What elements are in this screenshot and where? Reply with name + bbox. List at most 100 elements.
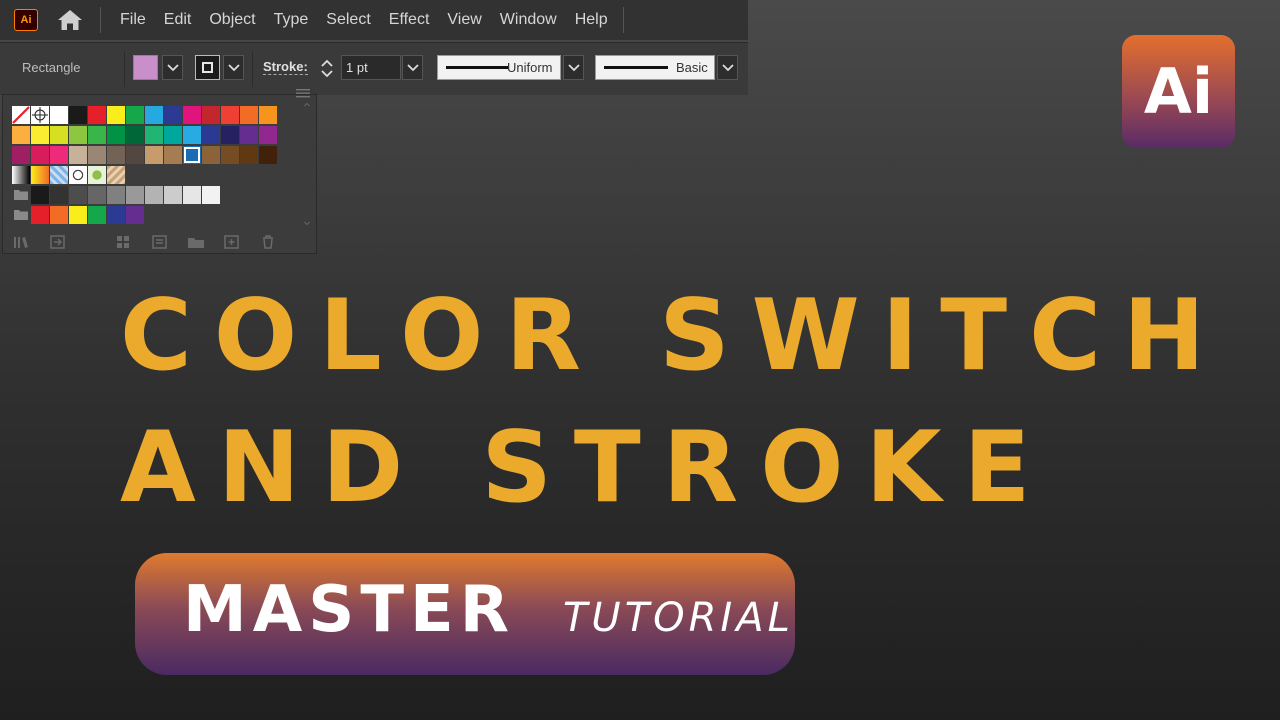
color-swatch[interactable] bbox=[107, 205, 125, 224]
menu-edit[interactable]: Edit bbox=[155, 11, 201, 29]
color-swatch[interactable] bbox=[145, 105, 163, 124]
color-swatch[interactable] bbox=[164, 145, 182, 164]
color-swatch[interactable] bbox=[145, 125, 163, 144]
color-swatch[interactable] bbox=[240, 105, 258, 124]
menu-object[interactable]: Object bbox=[200, 11, 264, 29]
color-swatch[interactable] bbox=[126, 105, 144, 124]
color-swatch[interactable] bbox=[202, 125, 220, 144]
swatch-none[interactable] bbox=[12, 105, 30, 124]
color-swatch[interactable] bbox=[164, 185, 182, 204]
swatch-registration[interactable] bbox=[31, 105, 49, 124]
color-swatch[interactable] bbox=[183, 125, 201, 144]
stroke-weight-dropdown[interactable] bbox=[402, 55, 423, 80]
color-swatch[interactable] bbox=[183, 145, 201, 164]
color-swatch[interactable] bbox=[145, 185, 163, 204]
stroke-weight-input[interactable]: 1 pt bbox=[341, 55, 401, 80]
color-group-folder-icon[interactable] bbox=[12, 206, 30, 224]
menu-select[interactable]: Select bbox=[317, 11, 379, 29]
stroke-label[interactable]: Stroke: bbox=[263, 60, 308, 75]
fill-color-swatch[interactable] bbox=[133, 55, 158, 80]
color-swatch[interactable] bbox=[221, 145, 239, 164]
color-swatch[interactable] bbox=[107, 185, 125, 204]
color-swatch[interactable] bbox=[202, 185, 220, 204]
show-swatch-kinds-icon[interactable] bbox=[115, 235, 133, 249]
color-swatch[interactable] bbox=[69, 105, 87, 124]
color-swatch[interactable] bbox=[259, 105, 277, 124]
variable-width-profile[interactable]: Uniform bbox=[437, 55, 561, 80]
menu-file[interactable]: File bbox=[111, 11, 155, 29]
color-swatch[interactable] bbox=[12, 125, 30, 144]
color-swatch[interactable] bbox=[88, 145, 106, 164]
color-swatch[interactable] bbox=[240, 145, 258, 164]
color-swatch[interactable] bbox=[183, 185, 201, 204]
color-swatch[interactable] bbox=[164, 125, 182, 144]
color-swatch[interactable] bbox=[259, 125, 277, 144]
color-swatch[interactable] bbox=[69, 125, 87, 144]
color-swatch[interactable] bbox=[107, 105, 125, 124]
menu-window[interactable]: Window bbox=[491, 11, 566, 29]
swatch-gradient-bw[interactable] bbox=[12, 165, 30, 184]
color-swatch[interactable] bbox=[88, 125, 106, 144]
swatch-pattern-circle[interactable] bbox=[69, 165, 87, 184]
swatch-pattern-green[interactable] bbox=[88, 165, 106, 184]
new-color-group-icon[interactable] bbox=[187, 235, 205, 249]
color-swatch[interactable] bbox=[69, 205, 87, 224]
color-swatch[interactable] bbox=[50, 105, 68, 124]
brush-definition[interactable]: Basic bbox=[595, 55, 715, 80]
swatch-libraries-icon[interactable] bbox=[13, 235, 31, 249]
stroke-weight-stepper[interactable] bbox=[316, 53, 338, 83]
color-swatch[interactable] bbox=[50, 205, 68, 224]
color-swatch[interactable] bbox=[107, 125, 125, 144]
color-swatch[interactable] bbox=[202, 145, 220, 164]
color-swatch[interactable] bbox=[12, 145, 30, 164]
menu-help[interactable]: Help bbox=[566, 11, 617, 29]
fill-dropdown-button[interactable] bbox=[162, 55, 183, 80]
color-swatch[interactable] bbox=[221, 105, 239, 124]
profile-dropdown[interactable] bbox=[563, 55, 584, 80]
color-swatch[interactable] bbox=[50, 185, 68, 204]
color-swatch[interactable] bbox=[259, 145, 277, 164]
swatch-pattern-brown[interactable] bbox=[107, 165, 125, 184]
color-swatch[interactable] bbox=[88, 185, 106, 204]
color-swatch[interactable] bbox=[221, 125, 239, 144]
swatch-pattern-blue[interactable] bbox=[50, 165, 68, 184]
color-swatch[interactable] bbox=[240, 125, 258, 144]
color-swatch[interactable] bbox=[31, 125, 49, 144]
color-swatch[interactable] bbox=[31, 205, 49, 224]
new-swatch-icon[interactable] bbox=[223, 235, 241, 249]
menu-view[interactable]: View bbox=[438, 11, 490, 29]
color-swatch[interactable] bbox=[126, 205, 144, 224]
color-swatch[interactable] bbox=[50, 145, 68, 164]
color-swatch[interactable] bbox=[31, 185, 49, 204]
stroke-dropdown-button[interactable] bbox=[223, 55, 244, 80]
menu-effect[interactable]: Effect bbox=[380, 11, 439, 29]
stroke-color-swatch[interactable] bbox=[195, 55, 220, 80]
color-swatch[interactable] bbox=[88, 205, 106, 224]
color-swatch[interactable] bbox=[69, 145, 87, 164]
brush-dropdown[interactable] bbox=[717, 55, 738, 80]
color-swatch[interactable] bbox=[69, 185, 87, 204]
color-swatch[interactable] bbox=[126, 185, 144, 204]
swatch-options-icon[interactable] bbox=[151, 235, 169, 249]
color-swatch[interactable] bbox=[145, 145, 163, 164]
color-swatch[interactable] bbox=[107, 145, 125, 164]
color-swatch[interactable] bbox=[31, 145, 49, 164]
home-icon[interactable] bbox=[56, 8, 84, 32]
swatch-gradient-orange[interactable] bbox=[31, 165, 49, 184]
color-swatch[interactable] bbox=[126, 145, 144, 164]
chevron-up-icon[interactable] bbox=[321, 59, 333, 67]
color-swatch[interactable] bbox=[50, 125, 68, 144]
menu-type[interactable]: Type bbox=[265, 11, 318, 29]
trash-icon[interactable] bbox=[259, 235, 277, 249]
panel-menu-icon[interactable] bbox=[296, 88, 310, 98]
color-swatch[interactable] bbox=[202, 105, 220, 124]
chevron-down-icon[interactable] bbox=[321, 69, 333, 78]
color-swatch[interactable] bbox=[126, 125, 144, 144]
color-swatch[interactable] bbox=[164, 105, 182, 124]
place-swatches-icon[interactable] bbox=[49, 235, 67, 249]
app-logo-icon[interactable]: Ai bbox=[14, 9, 38, 31]
color-swatch[interactable] bbox=[88, 105, 106, 124]
panel-scrollbar[interactable] bbox=[304, 103, 310, 225]
color-group-folder-icon[interactable] bbox=[12, 186, 30, 204]
color-swatch[interactable] bbox=[183, 105, 201, 124]
